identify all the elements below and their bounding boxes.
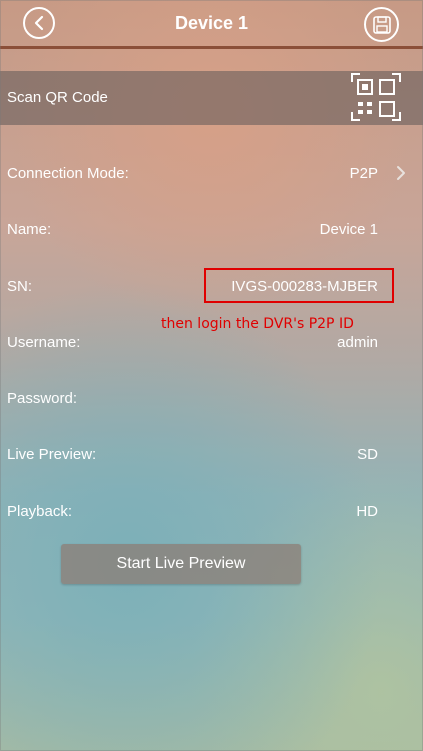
scan-qr-label: Scan QR Code bbox=[7, 89, 108, 106]
connection-mode-value[interactable]: P2P bbox=[350, 165, 378, 182]
playback-value[interactable]: HD bbox=[356, 503, 378, 520]
playback-label: Playback: bbox=[7, 503, 73, 520]
username-label: Username: bbox=[7, 334, 81, 351]
username-field[interactable]: admin bbox=[337, 334, 378, 351]
page-title: Device 1 bbox=[174, 13, 249, 33]
sn-field[interactable]: IVGS-000283-MJBER bbox=[231, 278, 378, 295]
annotation-text: then login the DVR's P2P ID bbox=[161, 316, 354, 332]
save-disk-icon bbox=[372, 15, 391, 34]
start-live-preview-button[interactable]: Start Live Preview bbox=[61, 544, 301, 584]
live-preview-label: Live Preview: bbox=[7, 446, 97, 463]
name-field[interactable]: Device 1 bbox=[320, 221, 378, 238]
sn-label: SN: bbox=[7, 278, 33, 295]
chevron-right-icon[interactable] bbox=[394, 164, 408, 182]
header-divider bbox=[0, 46, 423, 49]
save-button[interactable] bbox=[364, 7, 399, 42]
connection-mode-label: Connection Mode: bbox=[7, 165, 129, 182]
top-bar: Device 1 bbox=[0, 0, 423, 49]
name-label: Name: bbox=[7, 221, 52, 238]
live-preview-value[interactable]: SD bbox=[357, 446, 378, 463]
password-label: Password: bbox=[7, 390, 78, 407]
qr-code-icon[interactable] bbox=[350, 72, 402, 122]
